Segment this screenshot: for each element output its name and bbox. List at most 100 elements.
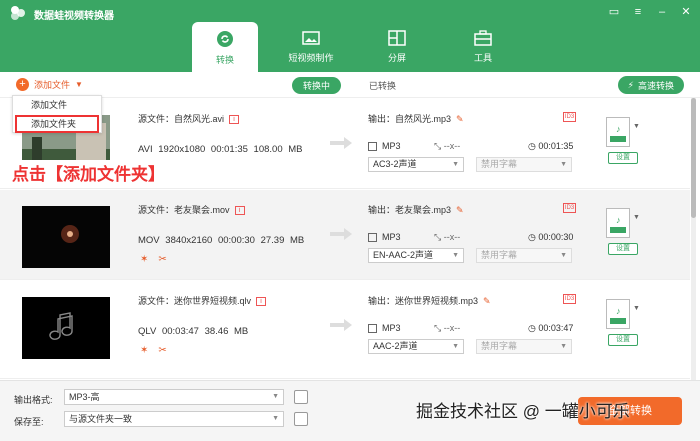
- output-file-text: 输出：迷你世界短视频.mp3: [368, 296, 479, 306]
- source-meta: AVI 1920x1080 00:01:35 108.00 MB: [138, 144, 303, 155]
- music-note-thumbnail: [22, 297, 110, 359]
- output-format: MP3: [368, 141, 401, 151]
- id-badge-icon[interactable]: ID3: [563, 203, 576, 213]
- source-file-text: 源文件：老友聚会.mov: [138, 205, 230, 215]
- video-thumbnail[interactable]: [22, 297, 110, 359]
- video-thumbnail[interactable]: [22, 206, 110, 268]
- folder-icon[interactable]: [294, 412, 308, 426]
- add-file-dropdown: 添加文件 添加文件夹: [12, 95, 102, 133]
- chevron-down-icon: ▼: [452, 343, 459, 350]
- screen-icon[interactable]: ▭: [608, 6, 620, 18]
- format-settings-icon[interactable]: [294, 390, 308, 404]
- subtitle-select[interactable]: 禁用字幕 ▼: [476, 248, 572, 263]
- id-badge-icon[interactable]: ID3: [563, 112, 576, 122]
- tab-tools[interactable]: 工具: [450, 22, 516, 72]
- audio-track-select[interactable]: EN-AAC-2声道 ▼: [368, 248, 464, 263]
- plus-icon: +: [16, 78, 29, 91]
- info-icon[interactable]: i: [229, 115, 240, 125]
- convert-icon: [217, 31, 233, 47]
- output-file-text: 输出：自然风光.mp3: [368, 114, 452, 124]
- save-to-select[interactable]: 与源文件夹一致 ▼: [64, 411, 284, 427]
- svg-text:♪: ♪: [616, 215, 621, 225]
- edit-tools: ✶ ✂: [140, 345, 167, 356]
- output-resolution: ⤡ --x--: [434, 141, 460, 152]
- settings-button[interactable]: 设置: [608, 334, 638, 346]
- scrollbar-thumb[interactable]: [691, 98, 696, 218]
- clock-icon: ◷: [528, 323, 536, 333]
- chevron-down-icon: ▼: [560, 343, 567, 350]
- tab-convert-label: 转换: [215, 55, 234, 65]
- output-file-icon[interactable]: ♪: [606, 299, 630, 329]
- save-to-value: 与源文件夹一致: [69, 414, 133, 424]
- scissors-icon[interactable]: ✂: [158, 345, 166, 356]
- source-file-name: 源文件：老友聚会.mov i: [138, 203, 245, 216]
- audio-track-value: AAC-2声道: [373, 341, 418, 351]
- effects-icon[interactable]: ✶: [140, 345, 148, 356]
- chevron-down-icon[interactable]: ▼: [633, 214, 640, 221]
- info-icon[interactable]: i: [234, 206, 245, 216]
- duration-text: 00:00:30: [217, 235, 255, 246]
- output-duration-text: 00:03:47: [538, 323, 574, 333]
- scissors-icon[interactable]: ✂: [158, 254, 166, 265]
- output-format-text: MP3: [382, 141, 401, 151]
- window-controls: ▭ ≡ – ✕: [608, 6, 692, 18]
- close-icon[interactable]: ✕: [680, 6, 692, 18]
- tab-split-screen[interactable]: 分屏: [364, 22, 430, 72]
- output-file-icon[interactable]: ♪: [606, 117, 630, 147]
- output-resolution-text: --x--: [443, 232, 461, 242]
- output-format-text: MP3: [382, 232, 401, 242]
- menu-icon[interactable]: ≡: [632, 6, 644, 18]
- main-tabs: 转换 短视频制作 分屏 工具: [192, 22, 536, 72]
- add-file-button[interactable]: + 添加文件 ▼: [16, 78, 83, 91]
- settings-button[interactable]: 设置: [608, 152, 638, 164]
- output-duration-text: 00:01:35: [538, 141, 574, 151]
- info-icon[interactable]: i: [256, 297, 267, 307]
- subtitle-value: 禁用字幕: [481, 250, 518, 260]
- subtitle-value: 禁用字幕: [481, 159, 518, 169]
- chevron-down-icon[interactable]: ▼: [75, 80, 83, 89]
- edit-icon[interactable]: ✎: [456, 114, 464, 124]
- subtitle-select[interactable]: 禁用字幕 ▼: [476, 339, 572, 354]
- fast-convert-button[interactable]: ⚡ 高速转换: [617, 76, 684, 94]
- subtitle-select[interactable]: 禁用字幕 ▼: [476, 157, 572, 172]
- subtitle-value: 禁用字幕: [481, 341, 518, 351]
- chevron-down-icon[interactable]: ▼: [633, 123, 640, 130]
- effects-icon[interactable]: ✶: [140, 254, 148, 265]
- resolution-text: 1920x1080: [158, 144, 206, 155]
- output-duration: ◷ 00:00:30: [528, 232, 573, 243]
- arrow-right-icon: [330, 137, 352, 149]
- chevron-down-icon: ▼: [560, 252, 567, 259]
- scrollbar[interactable]: [691, 98, 696, 380]
- format-icon: [368, 323, 377, 333]
- audio-track-select[interactable]: AAC-2声道 ▼: [368, 339, 464, 354]
- edit-icon[interactable]: ✎: [456, 205, 464, 215]
- format-text: QLV: [138, 326, 157, 337]
- chevron-down-icon: ▼: [272, 393, 279, 400]
- output-format-label: 输出格式:: [14, 395, 53, 405]
- id-badge-icon[interactable]: ID3: [563, 294, 576, 304]
- audio-track-select[interactable]: AC3-2声道 ▼: [368, 157, 464, 172]
- output-format-select[interactable]: MP3-高 ▼: [64, 389, 284, 405]
- output-format-value: MP3-高: [69, 392, 100, 402]
- edit-icon[interactable]: ✎: [483, 296, 491, 306]
- svg-text:♪: ♪: [616, 306, 621, 316]
- output-duration: ◷ 00:01:35: [528, 141, 573, 152]
- menu-item-add-file[interactable]: 添加文件: [13, 96, 101, 114]
- status-toggle: 转换中 已转换: [292, 77, 396, 94]
- arrow-right-icon: [330, 228, 352, 240]
- output-file-icon[interactable]: ♪: [606, 208, 630, 238]
- add-file-label: 添加文件: [34, 80, 71, 90]
- tab-short-video-label: 短视频制作: [288, 53, 334, 63]
- minimize-icon[interactable]: –: [656, 6, 668, 18]
- tab-converted[interactable]: 已转换: [369, 79, 396, 92]
- image-icon: [302, 31, 320, 45]
- resolution-text: 3840x2160: [165, 235, 213, 246]
- format-text: AVI: [138, 144, 153, 155]
- settings-button[interactable]: 设置: [608, 243, 638, 255]
- tab-short-video[interactable]: 短视频制作: [278, 22, 344, 72]
- tab-convert[interactable]: 转换: [192, 22, 258, 72]
- tab-converting[interactable]: 转换中: [292, 77, 342, 94]
- expand-icon: ⤡: [434, 323, 442, 333]
- chevron-down-icon[interactable]: ▼: [633, 305, 640, 312]
- menu-item-add-folder[interactable]: 添加文件夹: [15, 115, 99, 133]
